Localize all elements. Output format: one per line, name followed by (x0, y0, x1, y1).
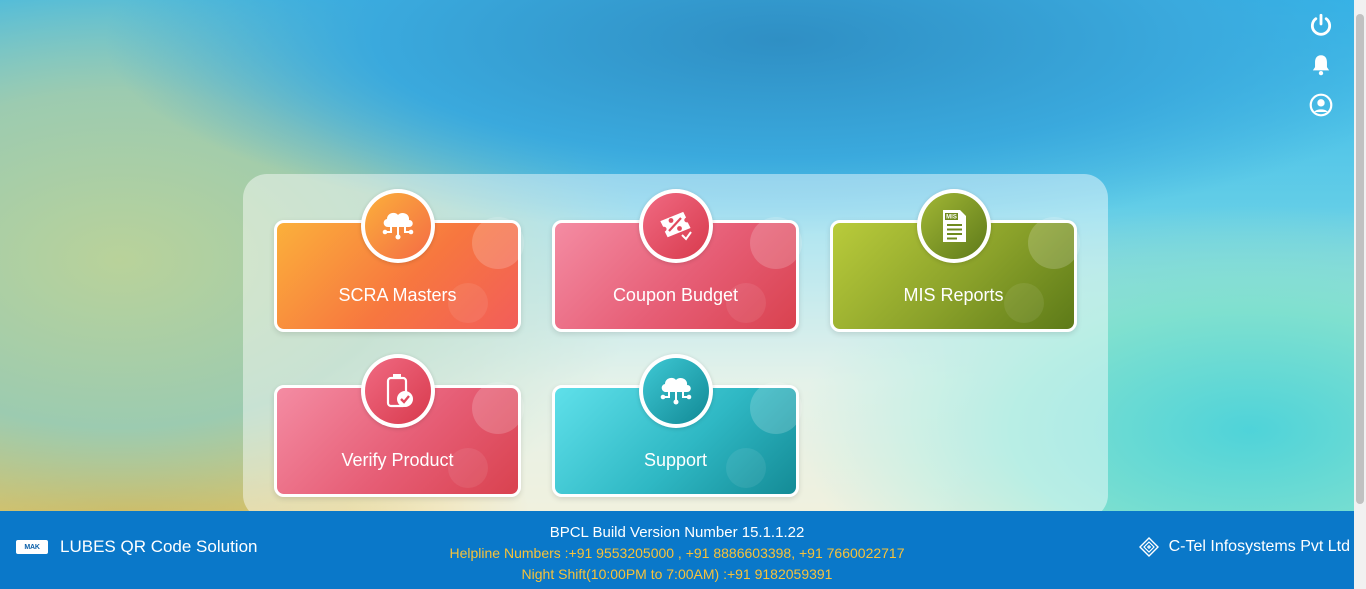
tile-label: Coupon Budget (612, 285, 739, 305)
support-tile[interactable]: Support (552, 354, 802, 497)
company-credit: C-Tel Infosystems Pvt Ltd (1138, 537, 1350, 557)
tile-label: Support (643, 450, 708, 470)
page-scrollbar[interactable] (1354, 0, 1366, 589)
user-icon[interactable] (1308, 92, 1334, 118)
bell-icon[interactable] (1308, 52, 1334, 78)
ctel-logo-icon (1138, 537, 1159, 557)
tile-label: Verify Product (341, 450, 454, 470)
company-name: C-Tel Infosystems Pvt Ltd (1168, 538, 1350, 555)
coupon-percent-icon (659, 211, 692, 241)
cloud-network-icon (660, 377, 691, 405)
scra-masters-tile[interactable]: SCRA Masters (274, 189, 524, 332)
mis-document-icon: MIS (942, 210, 966, 242)
mis-icon-text: MIS (946, 215, 957, 221)
footer: MAK LUBES QR Code Solution BPCL Build Ve… (0, 511, 1354, 589)
tile-label: SCRA Masters (338, 285, 457, 305)
verified-bottle-icon (386, 374, 413, 408)
coupon-budget-tile[interactable]: Coupon Budget (552, 189, 802, 332)
tile-label: MIS Reports (903, 285, 1004, 305)
mis-reports-tile[interactable]: MIS MIS Reports (830, 189, 1080, 332)
cloud-network-icon (382, 212, 413, 240)
verify-product-tile[interactable]: Verify Product (274, 354, 524, 497)
night-shift-number: Night Shift(10:00PM to 7:00AM) :+91 9182… (521, 566, 833, 582)
power-icon[interactable] (1308, 12, 1334, 38)
scrollbar-thumb[interactable] (1356, 14, 1364, 504)
top-right-toolbar (1308, 12, 1334, 132)
